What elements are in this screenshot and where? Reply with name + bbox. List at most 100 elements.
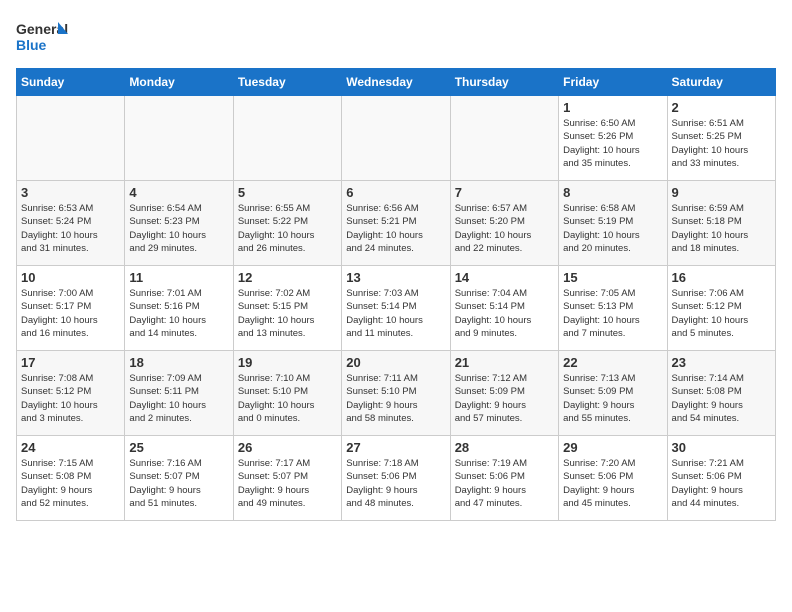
- calendar-cell: 6 Sunrise: 6:56 AM Sunset: 5:21 PM Daylig…: [342, 181, 450, 266]
- day-info: Sunrise: 7:02 AM Sunset: 5:15 PM Dayligh…: [238, 287, 337, 340]
- calendar-cell: [17, 96, 125, 181]
- day-number: 29: [563, 440, 662, 455]
- day-number: 12: [238, 270, 337, 285]
- day-number: 26: [238, 440, 337, 455]
- day-info: Sunrise: 7:14 AM Sunset: 5:08 PM Dayligh…: [672, 372, 771, 425]
- day-number: 5: [238, 185, 337, 200]
- day-info: Sunrise: 7:16 AM Sunset: 5:07 PM Dayligh…: [129, 457, 228, 510]
- day-info: Sunrise: 7:10 AM Sunset: 5:10 PM Dayligh…: [238, 372, 337, 425]
- day-info: Sunrise: 7:03 AM Sunset: 5:14 PM Dayligh…: [346, 287, 445, 340]
- day-info: Sunrise: 7:21 AM Sunset: 5:06 PM Dayligh…: [672, 457, 771, 510]
- day-info: Sunrise: 7:19 AM Sunset: 5:06 PM Dayligh…: [455, 457, 554, 510]
- day-info: Sunrise: 7:11 AM Sunset: 5:10 PM Dayligh…: [346, 372, 445, 425]
- day-info: Sunrise: 7:18 AM Sunset: 5:06 PM Dayligh…: [346, 457, 445, 510]
- calendar-cell: 10 Sunrise: 7:00 AM Sunset: 5:17 PM Dayli…: [17, 266, 125, 351]
- calendar-cell: 17 Sunrise: 7:08 AM Sunset: 5:12 PM Dayli…: [17, 351, 125, 436]
- calendar-cell: [342, 96, 450, 181]
- day-number: 24: [21, 440, 120, 455]
- day-number: 28: [455, 440, 554, 455]
- calendar-cell: 5 Sunrise: 6:55 AM Sunset: 5:22 PM Daylig…: [233, 181, 341, 266]
- day-number: 11: [129, 270, 228, 285]
- day-info: Sunrise: 7:01 AM Sunset: 5:16 PM Dayligh…: [129, 287, 228, 340]
- calendar-cell: 27 Sunrise: 7:18 AM Sunset: 5:06 PM Dayli…: [342, 436, 450, 521]
- day-info: Sunrise: 7:17 AM Sunset: 5:07 PM Dayligh…: [238, 457, 337, 510]
- weekday-header: Friday: [559, 69, 667, 96]
- calendar-cell: 16 Sunrise: 7:06 AM Sunset: 5:12 PM Dayli…: [667, 266, 775, 351]
- weekday-header: Wednesday: [342, 69, 450, 96]
- calendar-cell: 22 Sunrise: 7:13 AM Sunset: 5:09 PM Dayli…: [559, 351, 667, 436]
- day-info: Sunrise: 7:00 AM Sunset: 5:17 PM Dayligh…: [21, 287, 120, 340]
- day-info: Sunrise: 6:50 AM Sunset: 5:26 PM Dayligh…: [563, 117, 662, 170]
- svg-text:Blue: Blue: [16, 37, 47, 53]
- day-info: Sunrise: 6:57 AM Sunset: 5:20 PM Dayligh…: [455, 202, 554, 255]
- day-info: Sunrise: 6:51 AM Sunset: 5:25 PM Dayligh…: [672, 117, 771, 170]
- weekday-header-row: SundayMondayTuesdayWednesdayThursdayFrid…: [17, 69, 776, 96]
- calendar-week-row: 1 Sunrise: 6:50 AM Sunset: 5:26 PM Daylig…: [17, 96, 776, 181]
- day-number: 18: [129, 355, 228, 370]
- calendar-cell: [450, 96, 558, 181]
- day-number: 1: [563, 100, 662, 115]
- day-info: Sunrise: 6:53 AM Sunset: 5:24 PM Dayligh…: [21, 202, 120, 255]
- logo: GeneralBlue: [16, 16, 76, 56]
- calendar-cell: 1 Sunrise: 6:50 AM Sunset: 5:26 PM Daylig…: [559, 96, 667, 181]
- calendar-cell: 3 Sunrise: 6:53 AM Sunset: 5:24 PM Daylig…: [17, 181, 125, 266]
- day-number: 7: [455, 185, 554, 200]
- calendar-cell: 11 Sunrise: 7:01 AM Sunset: 5:16 PM Dayli…: [125, 266, 233, 351]
- calendar-cell: 4Sunrise: 6:54 AM Sunset: 5:23 PM Daylig…: [125, 181, 233, 266]
- calendar-cell: 28 Sunrise: 7:19 AM Sunset: 5:06 PM Dayli…: [450, 436, 558, 521]
- calendar-week-row: 3 Sunrise: 6:53 AM Sunset: 5:24 PM Daylig…: [17, 181, 776, 266]
- calendar-cell: 15Sunrise: 7:05 AM Sunset: 5:13 PM Dayli…: [559, 266, 667, 351]
- day-info: Sunrise: 7:06 AM Sunset: 5:12 PM Dayligh…: [672, 287, 771, 340]
- weekday-header: Saturday: [667, 69, 775, 96]
- day-number: 30: [672, 440, 771, 455]
- day-info: Sunrise: 6:58 AM Sunset: 5:19 PM Dayligh…: [563, 202, 662, 255]
- day-number: 22: [563, 355, 662, 370]
- day-number: 23: [672, 355, 771, 370]
- day-info: Sunrise: 6:55 AM Sunset: 5:22 PM Dayligh…: [238, 202, 337, 255]
- day-info: Sunrise: 6:59 AM Sunset: 5:18 PM Dayligh…: [672, 202, 771, 255]
- day-number: 3: [21, 185, 120, 200]
- calendar-cell: 20Sunrise: 7:11 AM Sunset: 5:10 PM Dayli…: [342, 351, 450, 436]
- day-info: Sunrise: 7:08 AM Sunset: 5:12 PM Dayligh…: [21, 372, 120, 425]
- day-info: Sunrise: 6:54 AM Sunset: 5:23 PM Dayligh…: [129, 202, 228, 255]
- day-number: 2: [672, 100, 771, 115]
- day-number: 10: [21, 270, 120, 285]
- day-info: Sunrise: 7:09 AM Sunset: 5:11 PM Dayligh…: [129, 372, 228, 425]
- calendar-cell: 25Sunrise: 7:16 AM Sunset: 5:07 PM Dayli…: [125, 436, 233, 521]
- calendar-cell: 23 Sunrise: 7:14 AM Sunset: 5:08 PM Dayli…: [667, 351, 775, 436]
- day-number: 17: [21, 355, 120, 370]
- calendar-cell: 9 Sunrise: 6:59 AM Sunset: 5:18 PM Daylig…: [667, 181, 775, 266]
- weekday-header: Tuesday: [233, 69, 341, 96]
- day-number: 16: [672, 270, 771, 285]
- day-info: Sunrise: 7:12 AM Sunset: 5:09 PM Dayligh…: [455, 372, 554, 425]
- day-number: 8: [563, 185, 662, 200]
- calendar-cell: 24 Sunrise: 7:15 AM Sunset: 5:08 PM Dayli…: [17, 436, 125, 521]
- day-info: Sunrise: 6:56 AM Sunset: 5:21 PM Dayligh…: [346, 202, 445, 255]
- day-info: Sunrise: 7:04 AM Sunset: 5:14 PM Dayligh…: [455, 287, 554, 340]
- day-info: Sunrise: 7:20 AM Sunset: 5:06 PM Dayligh…: [563, 457, 662, 510]
- day-info: Sunrise: 7:13 AM Sunset: 5:09 PM Dayligh…: [563, 372, 662, 425]
- day-number: 15: [563, 270, 662, 285]
- calendar-cell: 19 Sunrise: 7:10 AM Sunset: 5:10 PM Dayli…: [233, 351, 341, 436]
- calendar-cell: 30 Sunrise: 7:21 AM Sunset: 5:06 PM Dayli…: [667, 436, 775, 521]
- calendar-cell: 18 Sunrise: 7:09 AM Sunset: 5:11 PM Dayli…: [125, 351, 233, 436]
- weekday-header: Thursday: [450, 69, 558, 96]
- day-number: 19: [238, 355, 337, 370]
- weekday-header: Sunday: [17, 69, 125, 96]
- calendar-week-row: 10 Sunrise: 7:00 AM Sunset: 5:17 PM Dayli…: [17, 266, 776, 351]
- calendar-cell: 14 Sunrise: 7:04 AM Sunset: 5:14 PM Dayli…: [450, 266, 558, 351]
- calendar-cell: 21Sunrise: 7:12 AM Sunset: 5:09 PM Dayli…: [450, 351, 558, 436]
- calendar-cell: 13 Sunrise: 7:03 AM Sunset: 5:14 PM Dayli…: [342, 266, 450, 351]
- calendar-week-row: 17 Sunrise: 7:08 AM Sunset: 5:12 PM Dayli…: [17, 351, 776, 436]
- calendar-week-row: 24 Sunrise: 7:15 AM Sunset: 5:08 PM Dayli…: [17, 436, 776, 521]
- day-number: 14: [455, 270, 554, 285]
- day-number: 27: [346, 440, 445, 455]
- calendar-cell: [125, 96, 233, 181]
- day-number: 6: [346, 185, 445, 200]
- page-header: GeneralBlue: [16, 16, 776, 56]
- calendar-cell: 2 Sunrise: 6:51 AM Sunset: 5:25 PM Daylig…: [667, 96, 775, 181]
- day-number: 13: [346, 270, 445, 285]
- day-number: 9: [672, 185, 771, 200]
- day-info: Sunrise: 7:15 AM Sunset: 5:08 PM Dayligh…: [21, 457, 120, 510]
- calendar-cell: 7 Sunrise: 6:57 AM Sunset: 5:20 PM Daylig…: [450, 181, 558, 266]
